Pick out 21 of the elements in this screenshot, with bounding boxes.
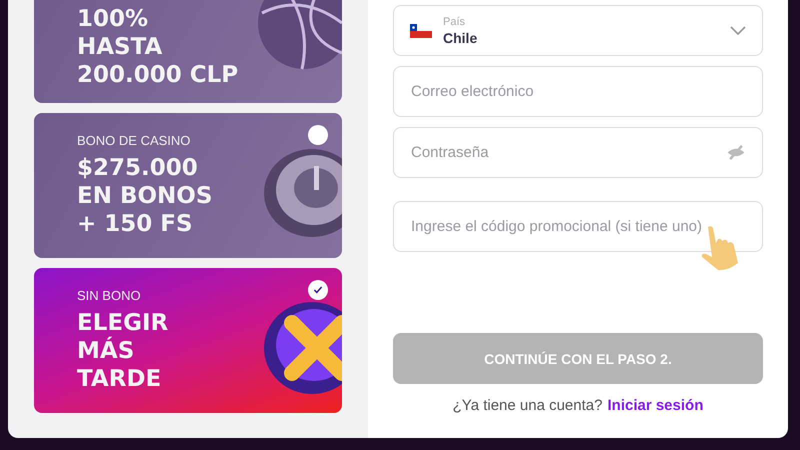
email-field[interactable]: Correo electrónico — [393, 66, 763, 117]
bonus-label: BONO DE CASINO — [77, 133, 192, 148]
check-icon — [312, 284, 324, 296]
select-radio[interactable] — [308, 125, 328, 145]
bonus-title: ELEGIR MÁS TARDE — [77, 309, 168, 393]
bonus-label: SIN BONO — [77, 288, 142, 303]
flag-icon — [410, 24, 432, 38]
bonus-title: 100% HASTA 200.000 CLP — [77, 5, 238, 89]
country-value: Chile — [443, 30, 478, 46]
country-select[interactable]: País Chile — [393, 5, 763, 56]
bonus-card[interactable]: BONO DE CASINO $275.000 EN BONOS + 150 FS — [34, 113, 342, 258]
country-label: País — [443, 16, 466, 28]
bonus-title: $275.000 EN BONOS + 150 FS — [77, 154, 212, 238]
bonus-card[interactable]: 100% HASTA 200.000 CLP — [34, 0, 342, 103]
login-prompt: ¿Ya tiene una cuenta? — [452, 397, 602, 414]
bonus-card[interactable]: SIN BONO ELEGIR MÁS TARDE — [34, 268, 342, 413]
chevron-down-icon — [730, 26, 746, 36]
password-field[interactable]: Contraseña — [393, 127, 763, 178]
promo-code-field[interactable]: Ingrese el código promocional (si tiene uno) — [393, 201, 763, 252]
select-radio[interactable] — [308, 280, 328, 300]
login-link[interactable]: Iniciar sesión — [607, 397, 704, 414]
